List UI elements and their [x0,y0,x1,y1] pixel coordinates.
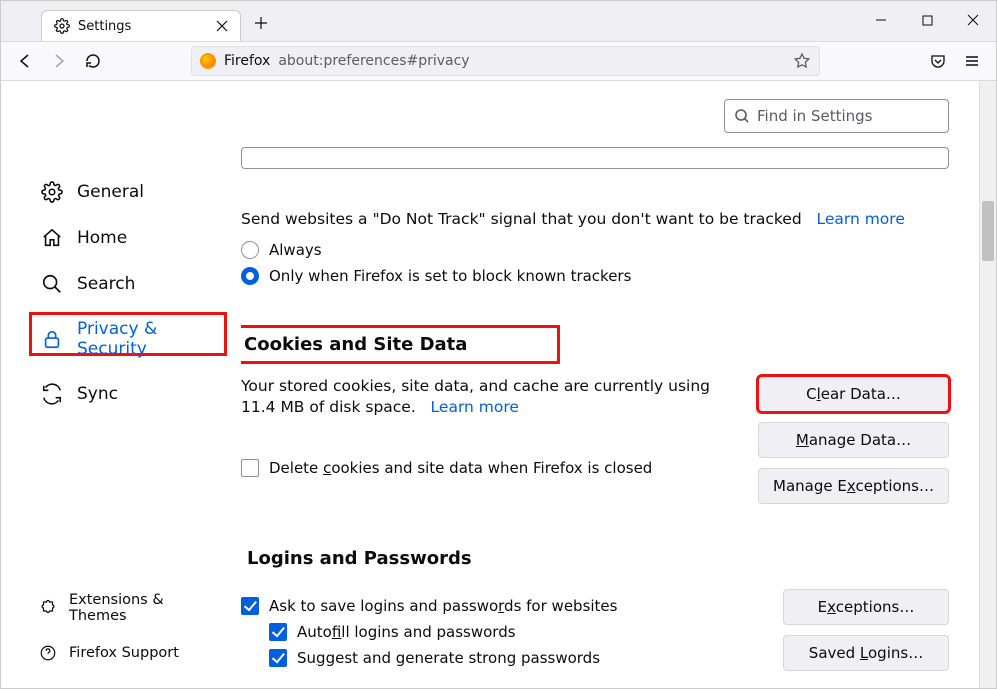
checkbox-label: Delete cookies and site data when Firefo… [269,459,652,477]
saved-logins-button[interactable]: Saved Logins… [783,635,949,671]
sidebar-item-label: Extensions & Themes [69,592,219,624]
manage-data-button[interactable]: Manage Data… [758,422,949,458]
radio-label: Only when Firefox is set to block known … [269,267,631,285]
new-tab-button[interactable] [247,9,275,37]
checkbox-icon [241,459,259,477]
sidebar-item-label: Search [77,274,135,294]
preferences-sidebar: General Home Search Privacy & Security [1,81,241,688]
sidebar-item-general[interactable]: General [29,171,229,213]
logins-heading: Logins and Passwords [241,544,478,573]
search-input[interactable]: Find in Settings [724,99,949,133]
autofill-logins-checkbox[interactable]: Autofill logins and passwords [269,623,763,641]
dnt-radio-only-blocked[interactable]: Only when Firefox is set to block known … [241,267,949,285]
clear-data-button[interactable]: Clear Data… [758,376,949,412]
lock-icon [41,328,63,350]
sidebar-item-label: Sync [77,384,118,404]
checkbox-label: Suggest and generate strong passwords [297,649,600,667]
cookies-learn-more-link[interactable]: Learn more [431,398,519,416]
radio-icon [241,241,259,259]
sidebar-link-support[interactable]: Firefox Support [29,636,229,670]
suggest-strong-pw-checkbox[interactable]: Suggest and generate strong passwords [269,649,763,667]
logins-exceptions-button[interactable]: Exceptions… [783,589,949,625]
sidebar-item-label: General [77,182,144,202]
puzzle-icon [39,599,57,617]
cookies-heading: Cookies and Site Data [241,325,560,364]
dnt-learn-more-link[interactable]: Learn more [816,210,904,228]
radio-icon [241,267,259,285]
sidebar-item-search[interactable]: Search [29,263,229,305]
custom-tracker-box[interactable] [241,147,949,169]
sidebar-item-label: Home [77,228,127,248]
firefox-icon [200,53,216,69]
checkbox-icon [241,597,259,615]
url-text: about:preferences#privacy [278,53,469,69]
checkbox-label: Autofill logins and passwords [297,623,516,641]
checkbox-label: Ask to save logins and passwords for web… [269,597,617,615]
back-button[interactable] [9,45,41,77]
forward-button[interactable] [43,45,75,77]
sidebar-link-extensions[interactable]: Extensions & Themes [29,584,229,632]
preferences-main: Find in Settings Send websites a "Do Not… [241,81,979,688]
gear-icon [54,18,70,34]
sidebar-item-privacy[interactable]: Privacy & Security [29,309,229,369]
radio-label: Always [269,241,322,259]
sidebar-item-label: Privacy & Security [77,319,217,359]
sidebar-item-label: Firefox Support [69,645,179,661]
dnt-text: Send websites a "Do Not Track" signal th… [241,210,802,228]
checkbox-icon [269,649,287,667]
search-icon [41,273,63,295]
sync-icon [41,383,63,405]
url-identity: Firefox [224,53,270,69]
sidebar-item-home[interactable]: Home [29,217,229,259]
tab-title: Settings [78,19,131,34]
checkbox-icon [269,623,287,641]
pocket-button[interactable] [922,45,954,77]
ask-save-logins-checkbox[interactable]: Ask to save logins and passwords for web… [241,597,763,615]
firefox-window: Settings Firefox about:preferences#priva… [0,0,997,689]
close-tab-icon[interactable] [216,20,228,32]
dnt-radio-always[interactable]: Always [241,241,949,259]
home-icon [41,227,63,249]
titlebar: Settings [1,1,996,41]
minimize-button[interactable] [858,1,904,39]
sidebar-item-sync[interactable]: Sync [29,373,229,415]
url-bar[interactable]: Firefox about:preferences#privacy [191,46,820,76]
nav-toolbar: Firefox about:preferences#privacy [1,41,996,81]
app-menu-button[interactable] [956,45,988,77]
delete-on-close-checkbox[interactable]: Delete cookies and site data when Firefo… [241,459,738,477]
manage-exceptions-button[interactable]: Manage Exceptions… [758,468,949,504]
dnt-section: Send websites a "Do Not Track" signal th… [241,209,949,285]
search-icon [735,109,749,123]
maximize-button[interactable] [904,1,950,39]
scrollbar-thumb[interactable] [982,201,994,261]
vertical-scrollbar[interactable] [979,81,996,688]
cookies-section: Cookies and Site Data Your stored cookie… [241,325,949,504]
gear-icon [41,181,63,203]
window-controls [858,1,996,39]
search-placeholder: Find in Settings [757,107,872,125]
bookmark-star-icon[interactable] [793,52,811,70]
help-icon [39,644,57,662]
close-window-button[interactable] [950,1,996,39]
tab-settings[interactable]: Settings [41,10,241,41]
reload-button[interactable] [77,45,109,77]
logins-section: Logins and Passwords Ask to save logins … [241,544,949,675]
